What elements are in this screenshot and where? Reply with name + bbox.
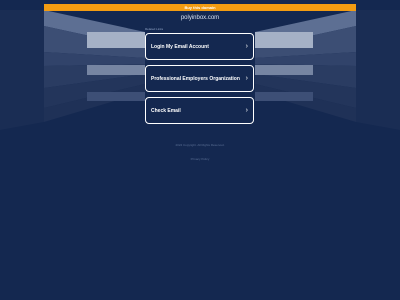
related-link-label: Login My Email Account xyxy=(151,43,209,50)
chevron-right-icon: › xyxy=(245,43,248,50)
buy-domain-banner[interactable]: Buy this domain xyxy=(44,4,356,11)
copyright-text: 2024 Copyright. All Rights Reserved. xyxy=(175,143,225,147)
related-link-label: Check Email xyxy=(151,107,181,114)
privacy-policy-link[interactable]: Privacy Policy xyxy=(0,157,400,161)
related-link-professional-employers[interactable]: Professional Employers Organization › xyxy=(145,65,254,92)
related-link-check-email[interactable]: Check Email › xyxy=(145,97,254,124)
chevron-right-icon: › xyxy=(245,107,248,114)
related-links-label: Related Links xyxy=(145,27,164,31)
domain-title: polyinbox.com xyxy=(180,15,220,21)
chevron-right-icon: › xyxy=(245,75,248,82)
related-link-label: Professional Employers Organization xyxy=(151,75,240,82)
parked-domain-page: Buy this domain polyinbox.com Related Li… xyxy=(0,0,400,300)
related-link-login-email[interactable]: Login My Email Account › xyxy=(145,33,254,60)
